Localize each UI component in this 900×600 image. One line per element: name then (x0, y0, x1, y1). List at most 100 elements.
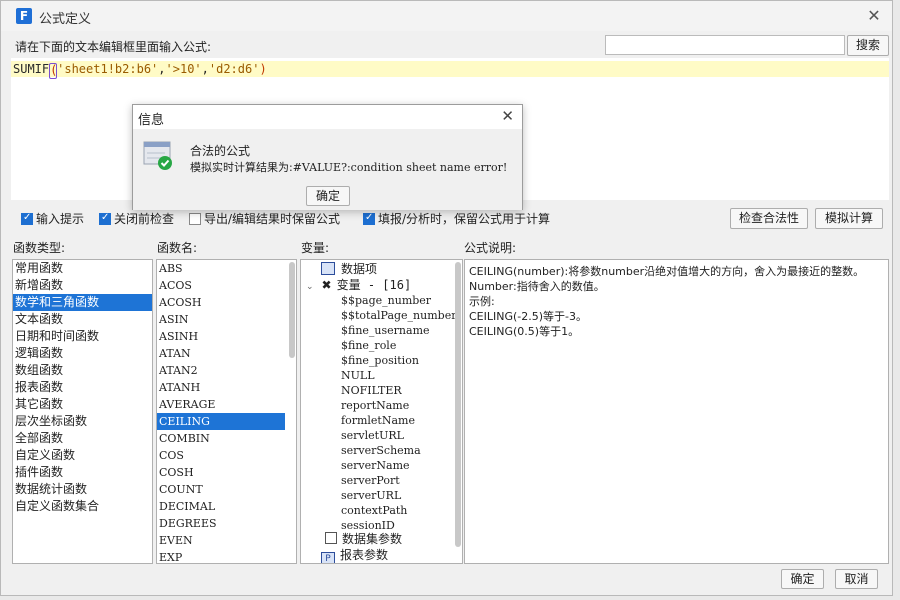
variable-item[interactable]: $fine_position (341, 353, 419, 368)
close-icon[interactable]: ✕ (864, 6, 884, 26)
func-type-item[interactable]: 日期和时间函数 (13, 328, 152, 345)
keep-formula-checkbox[interactable]: 导出/编辑结果时保留公式 (189, 210, 340, 227)
func-type-item[interactable]: 逻辑函数 (13, 345, 152, 362)
dialog-result: 模拟实时计算结果为:#VALUE?:condition sheet name e… (190, 159, 507, 175)
report-params-label: 报表参数 (340, 548, 389, 562)
func-type-item[interactable]: 数据统计函数 (13, 481, 152, 498)
variable-item[interactable]: servletURL (341, 428, 404, 443)
formula-arg-3: 'd2:d6' (208, 62, 260, 76)
table-icon (321, 262, 335, 275)
info-dialog: 信息 ✕ 合法的公式 模拟实时计算结果为:#VALUE?:condition s… (132, 104, 523, 210)
cancel-button[interactable]: 取消 (835, 569, 878, 589)
func-name-item[interactable]: ASINH (157, 328, 285, 345)
variable-item[interactable]: serverName (341, 458, 410, 473)
dialog-body: 合法的公式 模拟实时计算结果为:#VALUE?:condition sheet … (133, 129, 522, 210)
data-items-label: 数据项 (341, 262, 378, 276)
func-type-item[interactable]: 新增函数 (13, 277, 152, 294)
func-name-list[interactable]: ABS ACOS ACOSH ASIN ASINH ATAN ATAN2 ATANH AVERA… (156, 259, 297, 564)
desc-line-4: CEILING(-2.5)等于-3。 (469, 310, 588, 323)
scrollbar-thumb[interactable] (455, 262, 461, 547)
editor-prompt: 请在下面的文本编辑框里面输入公式: (15, 40, 212, 54)
func-name-item[interactable]: ATANH (157, 379, 285, 396)
tree-item-dataset-params[interactable]: 数据集参数 (325, 532, 402, 547)
simulate-button[interactable]: 模拟计算 (815, 208, 883, 229)
func-type-item[interactable]: 其它函数 (13, 396, 152, 413)
func-name-item[interactable]: DECIMAL (157, 498, 285, 515)
result-prefix: 模拟实时计算结果为: (190, 161, 293, 174)
formula-arg-1: 'sheet1!b2:b6' (57, 62, 159, 76)
func-name-item[interactable]: COS (157, 447, 285, 464)
app-logo-icon: F (16, 8, 32, 24)
variable-item[interactable]: NULL (341, 368, 375, 383)
func-type-item[interactable]: 自定义函数 (13, 447, 152, 464)
func-name-item[interactable]: ASIN (157, 311, 285, 328)
dialog-title: 信息 (138, 113, 165, 128)
func-name-item[interactable]: EVEN (157, 532, 285, 549)
search-button[interactable]: 搜索 (847, 35, 889, 56)
variables-header-label: 变量 - [16] (336, 278, 412, 292)
func-type-item[interactable]: 常用函数 (13, 260, 152, 277)
func-type-item[interactable]: 层次坐标函数 (13, 413, 152, 430)
variable-item[interactable]: NOFILTER (341, 383, 402, 398)
window-title: 公式定义 (39, 12, 92, 27)
close-check-checkbox[interactable]: 关闭前检查 (99, 210, 174, 227)
variable-item[interactable]: contextPath (341, 503, 407, 518)
func-type-label: 函数类型: (13, 241, 66, 255)
desc-line-3: 示例: (469, 295, 495, 308)
formula-line[interactable]: SUMIF('sheet1!b2:b6','>10','d2:d6') (11, 61, 889, 79)
func-name-item[interactable]: COMBIN (157, 430, 285, 447)
variable-item[interactable]: $$page_number (341, 293, 431, 308)
formula-description: CEILING(number):将参数number沿绝对值增大的方向，舍入为最接… (464, 259, 889, 564)
func-type-item[interactable]: 数组函数 (13, 362, 152, 379)
func-type-item[interactable]: 报表函数 (13, 379, 152, 396)
func-name-item[interactable]: AVERAGE (157, 396, 285, 413)
dialog-ok-button[interactable]: 确定 (306, 186, 350, 206)
func-name-item[interactable]: COSH (157, 464, 285, 481)
variable-item[interactable]: formletName (341, 413, 415, 428)
variable-item[interactable]: $fine_role (341, 338, 396, 353)
search-input[interactable] (605, 35, 845, 55)
func-name-item[interactable]: ACOSH (157, 294, 285, 311)
keep-formula-label: 导出/编辑结果时保留公式 (204, 212, 341, 226)
checkbox-icon (189, 213, 201, 225)
variable-item[interactable]: serverSchema (341, 443, 421, 458)
func-name-item[interactable]: ATAN2 (157, 362, 285, 379)
desc-line-2: Number:指待舍入的数值。 (469, 280, 605, 293)
variable-item[interactable]: serverURL (341, 488, 401, 503)
func-name-item[interactable]: EXP (157, 549, 285, 563)
variable-item[interactable]: $$totalPage_number (341, 308, 456, 323)
dialog-close-icon[interactable]: ✕ (501, 107, 514, 125)
fill-keep-checkbox[interactable]: 填报/分析时，保留公式用于计算 (363, 210, 550, 227)
formula-window: F 公式定义 ✕ 请在下面的文本编辑框里面输入公式: 搜索 SUMIF('she… (0, 0, 893, 596)
fill-keep-label: 填报/分析时，保留公式用于计算 (378, 212, 551, 226)
input-hint-checkbox[interactable]: 输入提示 (21, 210, 84, 227)
func-type-item[interactable]: 自定义函数集合 (13, 498, 152, 515)
comma-1: , (158, 62, 166, 76)
check-validity-button[interactable]: 检查合法性 (730, 208, 808, 229)
func-name-item[interactable]: ABS (157, 260, 285, 277)
func-type-item[interactable]: 数学和三角函数 (13, 294, 152, 311)
func-name-item[interactable]: CEILING (157, 413, 285, 430)
func-type-list[interactable]: 常用函数 新增函数 数学和三角函数 文本函数 日期和时间函数 逻辑函数 数组函数 报表函数 其它… (12, 259, 153, 564)
func-name-item[interactable]: DEGREES (157, 515, 285, 532)
checkbox-icon (99, 212, 111, 225)
variable-item[interactable]: serverPort (341, 473, 400, 488)
dataset-icon (325, 532, 337, 544)
func-name-item[interactable]: ATAN (157, 345, 285, 362)
scrollbar-thumb[interactable] (289, 262, 295, 358)
tree-item-data-items[interactable]: 数据项 (321, 262, 377, 277)
func-type-item[interactable]: 文本函数 (13, 311, 152, 328)
ok-button[interactable]: 确定 (781, 569, 824, 589)
func-name-item[interactable]: ACOS (157, 277, 285, 294)
variables-label: 变量: (301, 241, 330, 255)
tree-item-variables[interactable]: ⌄ ✖ 变量 - [16] (306, 278, 411, 293)
func-name-item[interactable]: COUNT (157, 481, 285, 498)
variable-item[interactable]: reportName (341, 398, 409, 413)
func-type-item[interactable]: 插件函数 (13, 464, 152, 481)
variable-item[interactable]: $fine_username (341, 323, 430, 338)
tree-item-report-params[interactable]: P 报表参数 (321, 548, 388, 563)
variable-item[interactable]: sessionID (341, 518, 395, 533)
desc-line-5: CEILING(0.5)等于1。 (469, 325, 580, 338)
variables-tree[interactable]: 数据项 ⌄ ✖ 变量 - [16] $$page_number $$totalPage… (300, 259, 463, 564)
func-type-item[interactable]: 全部函数 (13, 430, 152, 447)
